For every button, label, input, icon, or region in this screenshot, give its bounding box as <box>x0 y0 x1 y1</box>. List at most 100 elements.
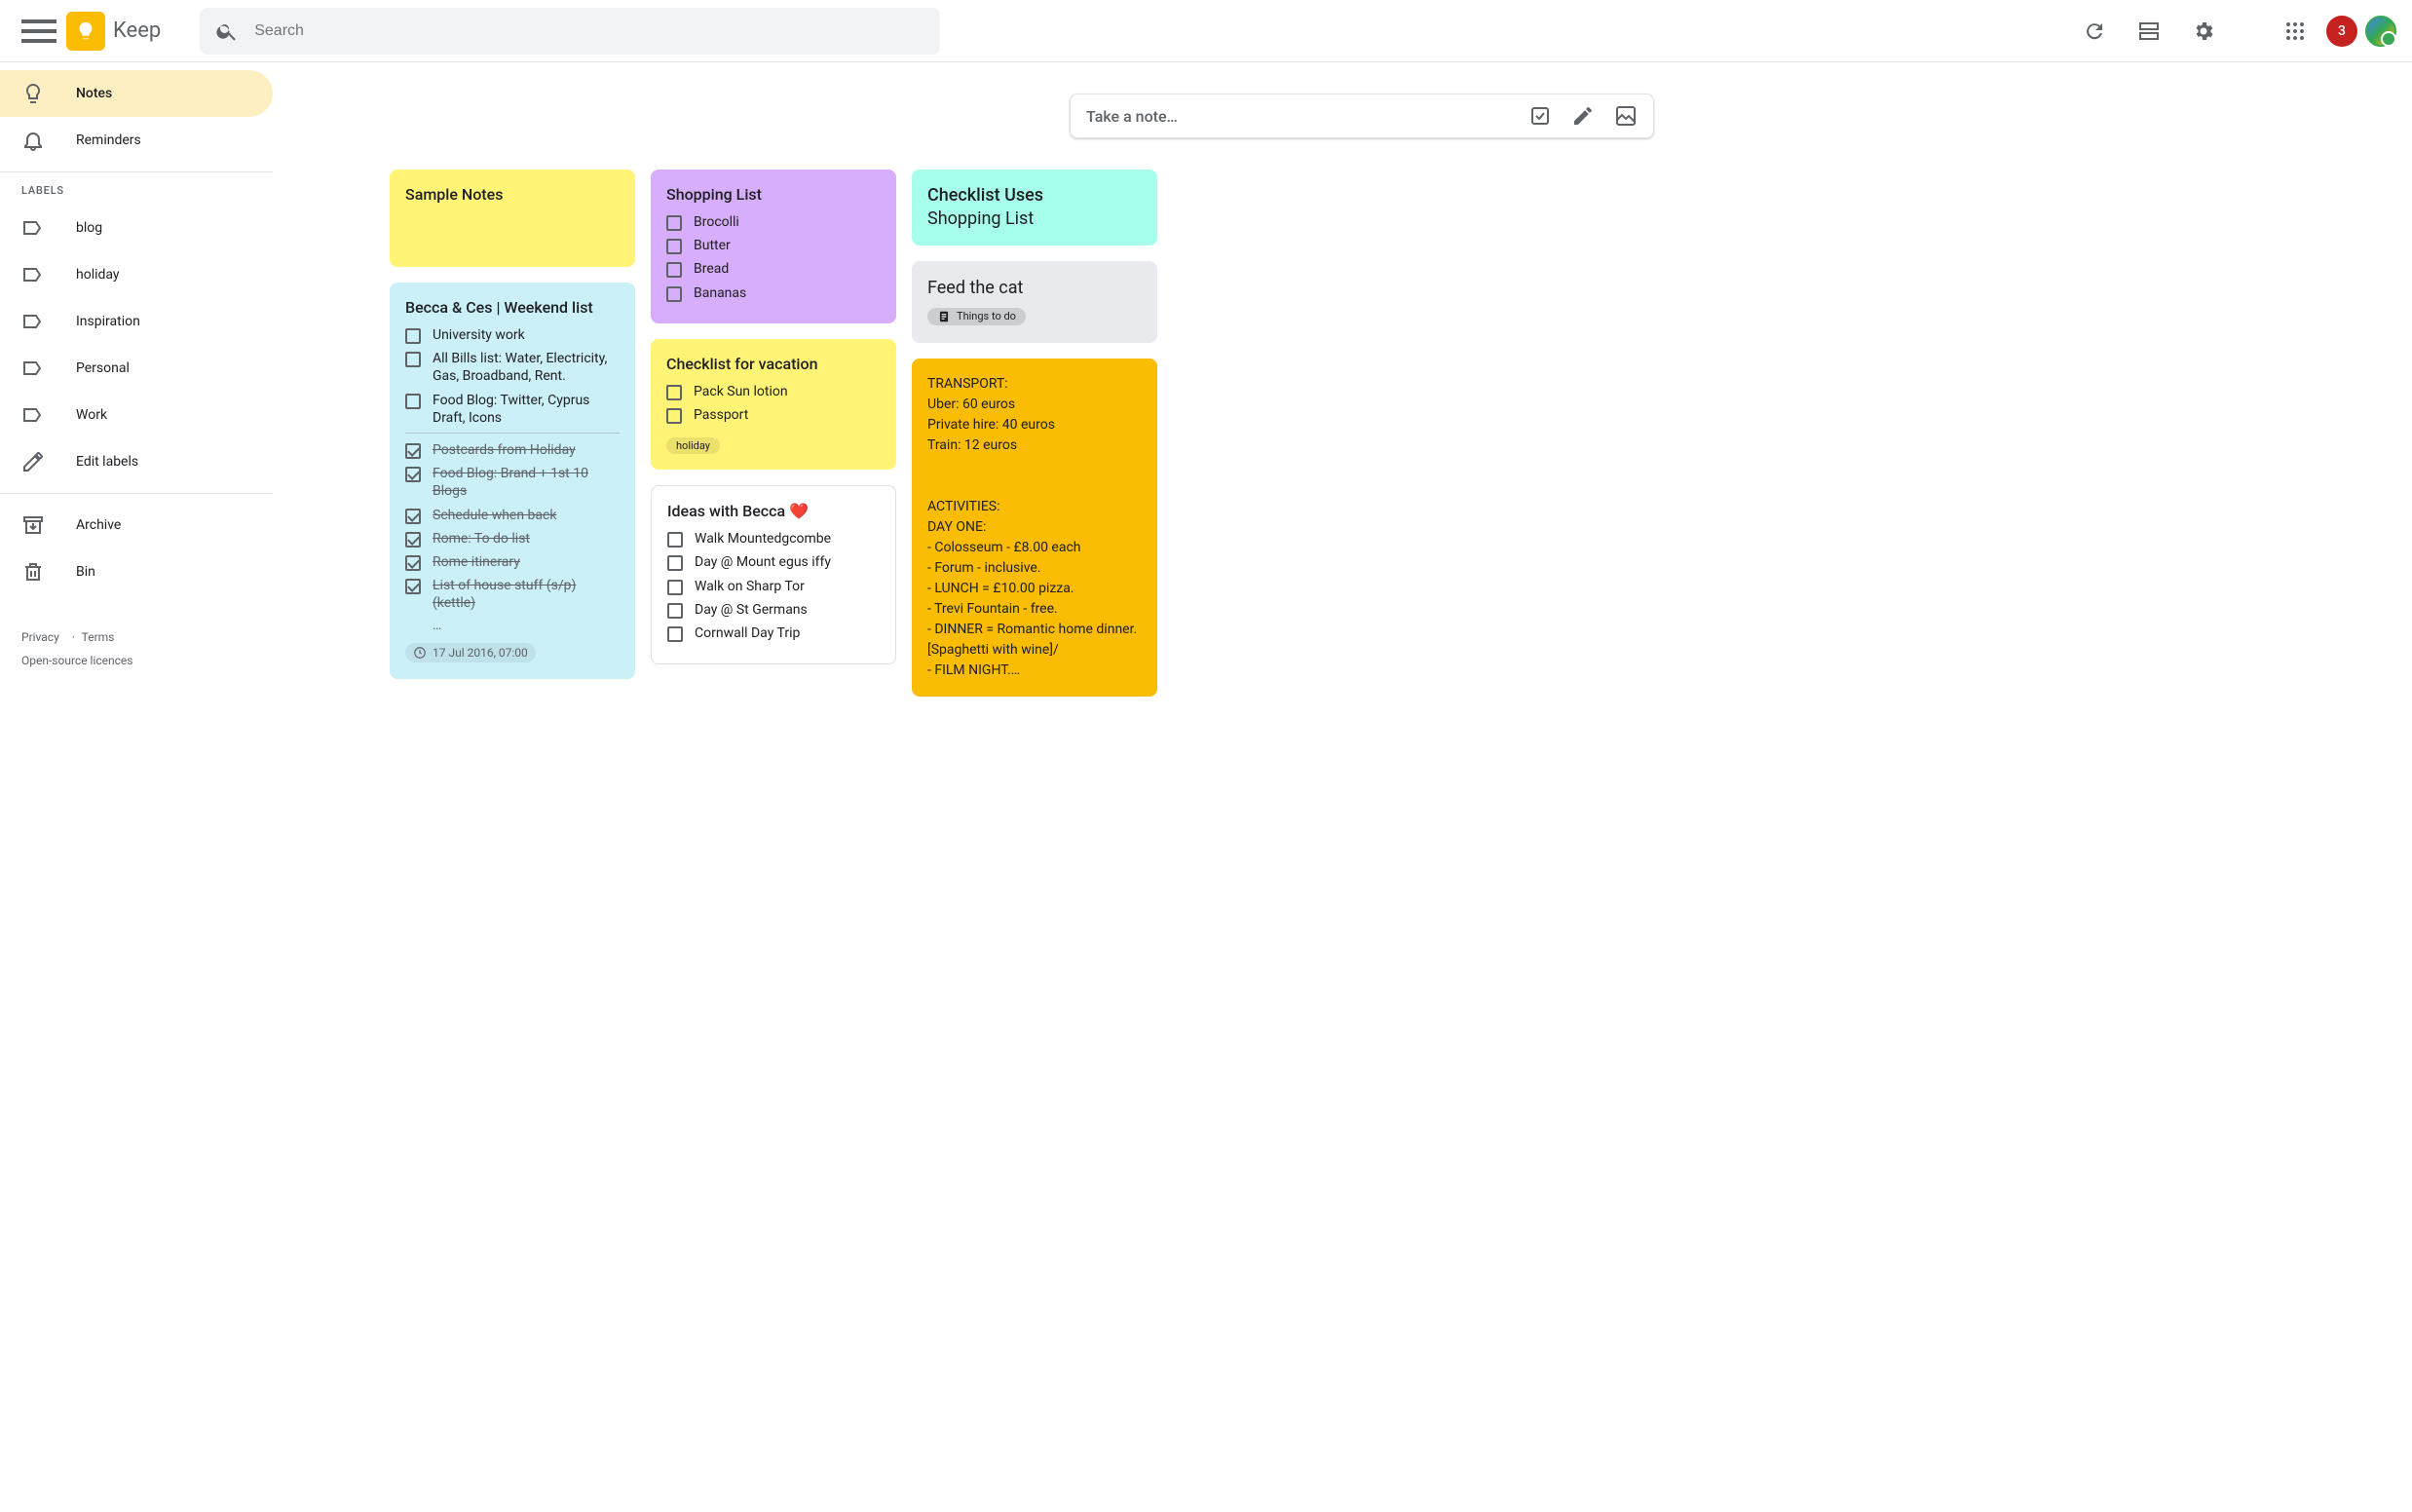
apps-button[interactable] <box>2272 8 2318 55</box>
checkbox[interactable] <box>405 352 421 367</box>
nav-label: Edit labels <box>76 454 138 470</box>
logo[interactable]: Keep <box>66 12 161 51</box>
checkbox[interactable] <box>405 532 421 548</box>
checkbox[interactable] <box>666 215 682 231</box>
checklist-label: Day @ St Germans <box>695 601 808 619</box>
checkbox[interactable] <box>405 509 421 524</box>
sidebar-item-bin[interactable]: Bin <box>0 548 273 595</box>
checkbox[interactable] <box>405 467 421 482</box>
checklist-label: Rome itinerary <box>433 553 520 571</box>
checklist-label: Passport <box>694 406 748 424</box>
checklist-label: Food Blog: Twitter, Cyprus Draft, Icons <box>433 392 620 427</box>
checkbox[interactable] <box>666 262 682 278</box>
checklist-item[interactable]: Rome itinerary <box>405 553 620 571</box>
checklist-item[interactable]: Brocolli <box>666 213 881 231</box>
account-avatar[interactable] <box>2365 16 2396 47</box>
checkbox[interactable] <box>667 603 683 619</box>
checkbox[interactable] <box>666 286 682 302</box>
list-view-button[interactable] <box>2126 8 2172 55</box>
settings-button[interactable] <box>2180 8 2227 55</box>
checklist-item[interactable]: Cornwall Day Trip <box>667 624 880 642</box>
label-chip[interactable]: Things to do <box>927 308 1026 325</box>
note-title: Ideas with Becca ❤️ <box>667 502 880 520</box>
checklist-item[interactable]: Schedule when back <box>405 507 620 524</box>
gear-icon <box>2192 19 2215 43</box>
terms-link[interactable]: Terms <box>82 630 115 644</box>
checklist-label: Brocolli <box>694 213 739 231</box>
trash-icon <box>21 560 45 584</box>
checklist-item[interactable]: Walk on Sharp Tor <box>667 578 880 595</box>
checklist-item[interactable]: Passport <box>666 406 881 424</box>
checklist-item[interactable]: Food Blog: Twitter, Cyprus Draft, Icons <box>405 392 620 427</box>
sidebar-item-edit-labels[interactable]: Edit labels <box>0 438 273 485</box>
checkbox[interactable] <box>405 394 421 409</box>
checklist-item[interactable]: Day @ St Germans <box>667 601 880 619</box>
checkbox[interactable] <box>666 239 682 254</box>
checklist-item[interactable]: University work <box>405 326 620 344</box>
refresh-button[interactable] <box>2071 8 2118 55</box>
note-card[interactable]: Becca & Ces | Weekend list University wo… <box>390 283 635 679</box>
nav-label: Inspiration <box>76 314 140 329</box>
checklist-item[interactable]: List of house stuff (s/p) (kettle) <box>405 577 620 612</box>
note-card[interactable]: Sample Notes <box>390 170 635 267</box>
reminder-chip[interactable]: 17 Jul 2016, 07:00 <box>405 643 536 662</box>
sidebar-item-reminders[interactable]: Reminders <box>0 117 273 164</box>
licences-link[interactable]: Open-source licences <box>21 654 132 667</box>
clock-icon <box>413 646 427 660</box>
note-card[interactable]: Checklist for vacation Pack Sun lotionPa… <box>651 339 896 470</box>
menu-button[interactable] <box>16 8 62 55</box>
checklist-item[interactable]: Day @ Mount egus iffy <box>667 553 880 571</box>
checklist-item[interactable]: Walk Mountedgcombe <box>667 530 880 548</box>
checklist-item[interactable]: Bananas <box>666 284 881 302</box>
checklist-item[interactable]: All Bills list: Water, Electricity, Gas,… <box>405 350 620 385</box>
note-title: Checklist Uses <box>927 185 1142 206</box>
sidebar-label-holiday[interactable]: holiday <box>0 251 273 298</box>
checklist-item[interactable]: Bread <box>666 260 881 278</box>
label-icon <box>21 357 45 380</box>
checkbox[interactable] <box>666 385 682 400</box>
note-card[interactable]: Feed the cat Things to do <box>912 261 1157 342</box>
new-drawing-icon[interactable] <box>1571 104 1595 128</box>
note-card[interactable]: Shopping List BrocolliButterBreadBananas <box>651 170 896 323</box>
note-card[interactable]: Checklist Uses Shopping List <box>912 170 1157 246</box>
checklist-item[interactable]: Rome: To do list <box>405 530 620 548</box>
search-input[interactable] <box>254 22 924 40</box>
doc-icon <box>937 310 951 323</box>
checkbox[interactable] <box>667 555 683 571</box>
new-list-icon[interactable] <box>1528 104 1552 128</box>
label-chip[interactable]: holiday <box>666 437 720 454</box>
checkbox[interactable] <box>666 408 682 424</box>
checkbox[interactable] <box>405 555 421 571</box>
notifications-badge[interactable]: 3 <box>2326 16 2357 47</box>
checklist-item[interactable]: Postcards from Holiday <box>405 441 620 459</box>
note-card[interactable]: TRANSPORT: Uber: 60 euros Private hire: … <box>912 359 1157 697</box>
note-card[interactable]: Ideas with Becca ❤️ Walk Mountedgcombe Da… <box>651 485 896 664</box>
checkbox[interactable] <box>405 579 421 594</box>
sidebar-item-archive[interactable]: Archive <box>0 502 273 548</box>
checkbox[interactable] <box>405 443 421 459</box>
pencil-icon <box>21 450 45 473</box>
nav-label: Archive <box>76 517 121 533</box>
sidebar-label-work[interactable]: Work <box>0 392 273 438</box>
checklist-label: University work <box>433 326 525 344</box>
checkbox[interactable] <box>667 626 683 642</box>
checklist-item[interactable]: Butter <box>666 237 881 254</box>
checkbox[interactable] <box>667 580 683 595</box>
sidebar-item-notes[interactable]: Notes <box>0 70 273 117</box>
new-image-icon[interactable] <box>1614 104 1638 128</box>
more-indicator: … <box>433 618 620 633</box>
nav-label: blog <box>76 220 102 236</box>
refresh-icon <box>2083 19 2106 43</box>
search-bar[interactable] <box>200 8 940 55</box>
checkbox[interactable] <box>405 328 421 344</box>
sidebar-label-personal[interactable]: Personal <box>0 345 273 392</box>
privacy-link[interactable]: Privacy <box>21 630 59 644</box>
checklist-item[interactable]: Food Blog: Brand + 1st 10 Blogs <box>405 465 620 500</box>
sidebar-label-blog[interactable]: blog <box>0 205 273 251</box>
list-view-icon <box>2137 19 2161 43</box>
sidebar-label-inspiration[interactable]: Inspiration <box>0 298 273 345</box>
checkbox[interactable] <box>667 532 683 548</box>
labels-heading: LABELS <box>0 184 273 197</box>
checklist-item[interactable]: Pack Sun lotion <box>666 383 881 400</box>
take-note-bar[interactable]: Take a note… <box>1070 94 1654 138</box>
